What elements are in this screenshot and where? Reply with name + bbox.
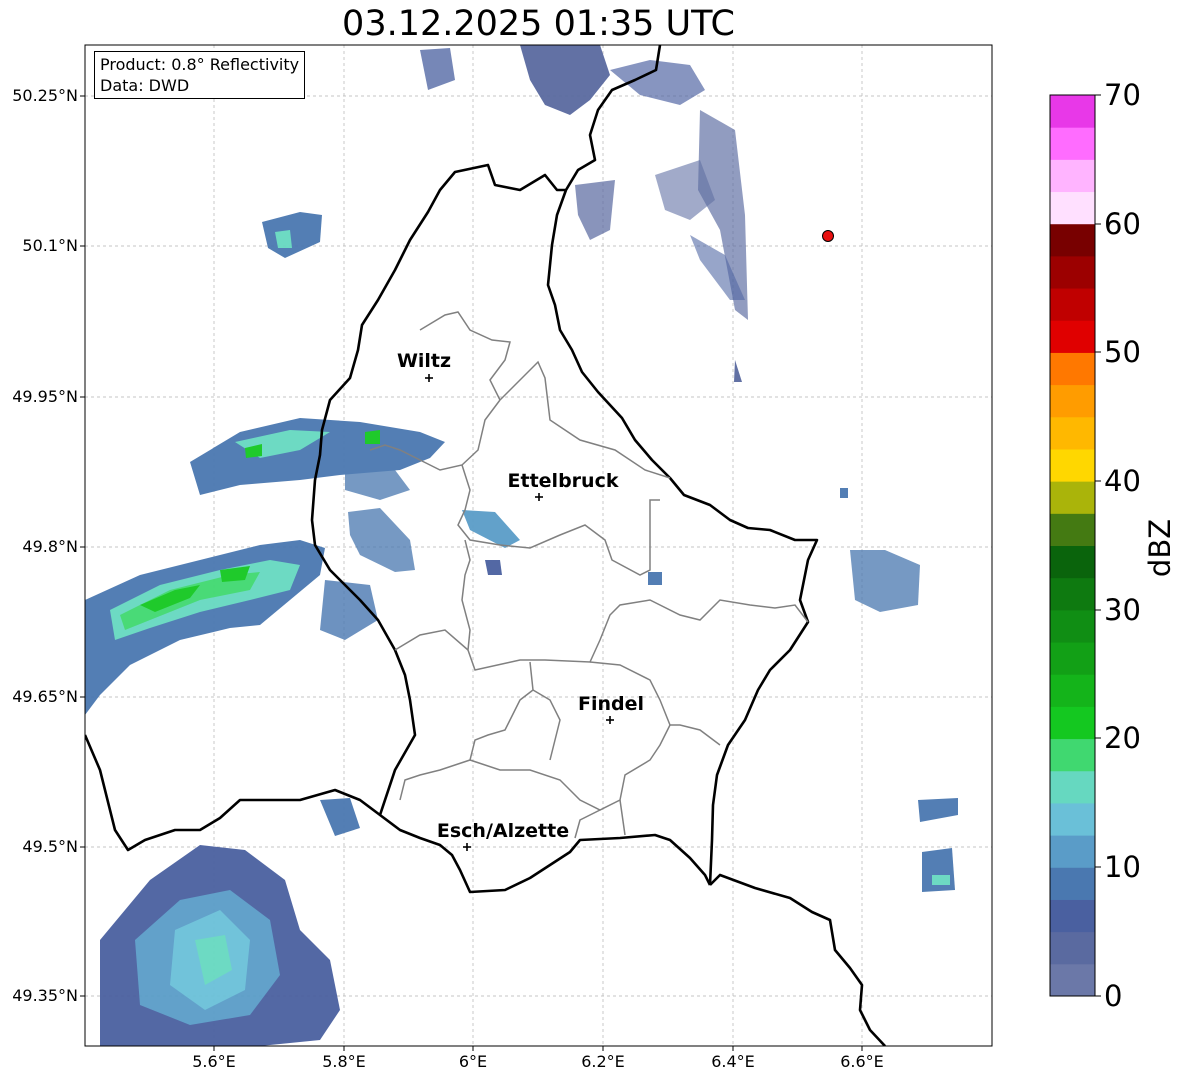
info-box: Product: 0.8° Reflectivity Data: DWD: [94, 51, 306, 99]
colorbar-segment: [1050, 288, 1095, 321]
lat-label: 50.1°N: [22, 236, 78, 255]
lon-label: 6°E: [458, 1052, 488, 1071]
colorbar-segment: [1050, 95, 1095, 128]
lon-label: 6.4°E: [711, 1052, 755, 1071]
lon-label: 6.6°E: [840, 1052, 884, 1071]
canton-borders: [369, 311, 809, 839]
city-markers: [425, 374, 614, 851]
colorbar-segment: [1050, 835, 1095, 868]
colorbar-tick: 60: [1104, 207, 1141, 241]
colorbar-segment: [1050, 513, 1095, 546]
lat-label: 49.35°N: [12, 986, 78, 1005]
colorbar-segment: [1050, 963, 1095, 997]
colorbar-segment: [1050, 481, 1095, 514]
echo-north: [520, 45, 610, 115]
colorbar-segment: [1050, 191, 1095, 225]
colorbar-segment: [1050, 706, 1095, 740]
radar-map: [80, 44, 1101, 1051]
city-label-ettelbruck: Ettelbruck: [507, 470, 619, 492]
echo-nw-cell: [262, 212, 322, 258]
colorbar-segment: [1050, 545, 1095, 579]
city-label-esch-alzette: Esch/Alzette: [436, 820, 570, 842]
colorbar-segment: [1050, 802, 1095, 836]
lat-label: 49.8°N: [22, 537, 78, 556]
lon-label: 5.8°E: [322, 1052, 366, 1071]
colorbar-segment: [1050, 223, 1095, 257]
data-source-label: Data: DWD: [100, 76, 190, 95]
lon-label: 5.6°E: [192, 1052, 236, 1071]
colorbar-segment: [1050, 642, 1095, 675]
colorbar-segment: [1050, 931, 1095, 965]
colorbar-segment: [1050, 577, 1095, 611]
colorbar-tick: 70: [1104, 78, 1141, 112]
colorbar-segment: [1050, 899, 1095, 933]
colorbar-tick: 30: [1104, 593, 1141, 627]
colorbar-segment: [1050, 674, 1095, 707]
city-label-findel: Findel: [577, 693, 645, 715]
colorbar-segment: [1050, 867, 1095, 900]
lat-label: 49.5°N: [22, 837, 78, 856]
colorbar-segment: [1050, 770, 1095, 804]
colorbar-tick: 40: [1104, 464, 1141, 498]
colorbar-label: dBZ: [1143, 518, 1177, 578]
radar-echoes: [85, 45, 958, 1046]
colorbar-segment: [1050, 609, 1095, 643]
lat-label: 49.65°N: [12, 687, 78, 706]
colorbar-segment: [1050, 738, 1095, 772]
colorbar-segment: [1050, 352, 1095, 386]
colorbar-tick: 0: [1104, 979, 1123, 1013]
colorbar-tick: 50: [1104, 335, 1141, 369]
colorbar-segment: [1050, 416, 1095, 450]
colorbar-segment: [1050, 384, 1095, 418]
colorbar-tick: 10: [1104, 850, 1141, 884]
colorbar-segment: [1050, 448, 1095, 482]
lat-label: 49.95°N: [12, 387, 78, 406]
colorbar: [1050, 95, 1095, 997]
lon-label: 6.2°E: [581, 1052, 625, 1071]
city-label-wiltz: Wiltz: [396, 350, 452, 372]
colorbar-segment: [1050, 255, 1095, 289]
colorbar-segment: [1050, 159, 1095, 193]
echo-west-band: [190, 418, 445, 495]
lat-label: 50.25°N: [12, 86, 78, 105]
colorbar-segment: [1050, 127, 1095, 160]
colorbar-tick: 20: [1104, 721, 1141, 755]
radar-site-marker: [822, 230, 834, 242]
colorbar-segment: [1050, 320, 1095, 353]
product-label: Product: 0.8° Reflectivity: [100, 55, 300, 74]
